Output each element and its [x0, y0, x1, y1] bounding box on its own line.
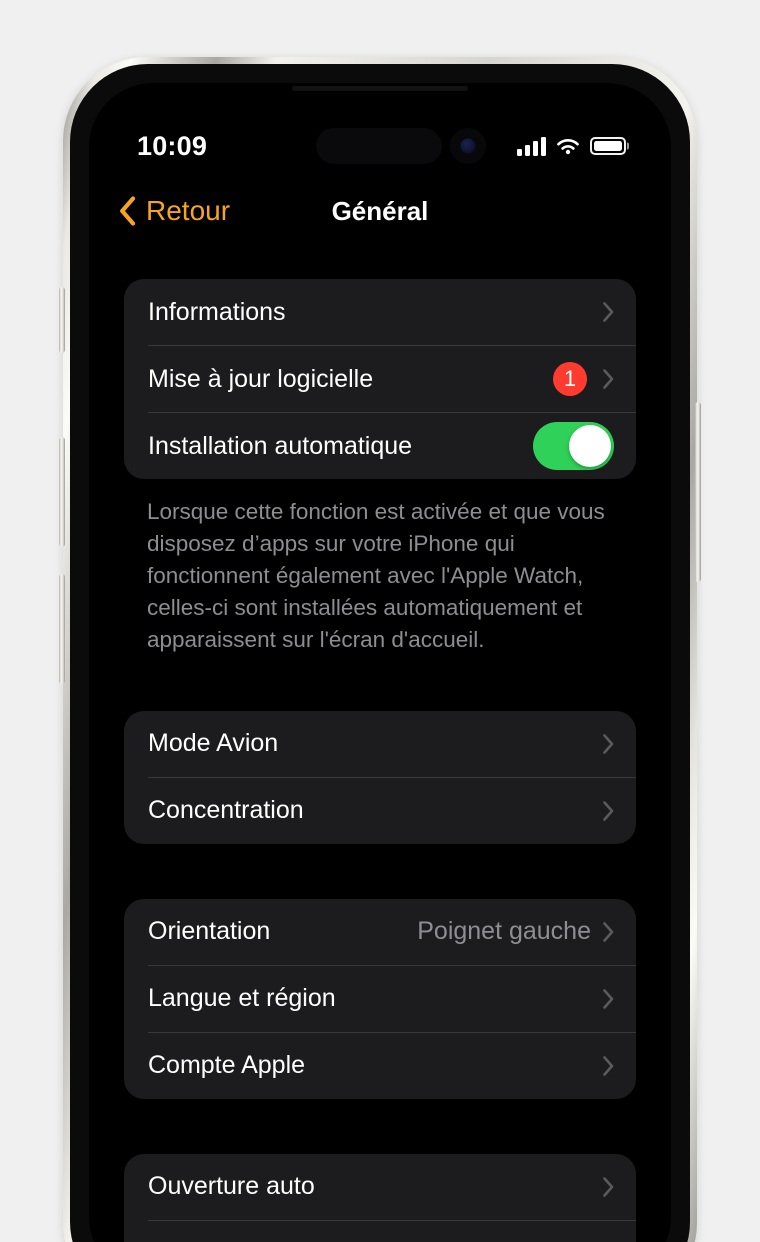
row-informations[interactable]: Informations — [124, 279, 636, 345]
chevron-right-icon — [603, 800, 614, 821]
row-mode-avion[interactable]: Mode Avion — [124, 711, 636, 777]
row-actualisation-arriere-plan[interactable]: Actualisation en arrière-plan — [124, 1221, 636, 1242]
iphone-device-frame: 10:09 Retour Général Informations Mise à… — [59, 57, 701, 1242]
volume-up-button[interactable] — [59, 437, 65, 547]
power-button[interactable] — [695, 402, 701, 582]
back-button[interactable]: Retour — [119, 195, 230, 227]
toggle-knob — [569, 425, 611, 467]
battery-icon — [590, 137, 626, 155]
chevron-left-icon — [120, 196, 136, 226]
row-concentration[interactable]: Concentration — [124, 778, 636, 844]
row-label: Compte Apple — [148, 1051, 306, 1080]
settings-group-connectivity: Mode Avion Concentration — [124, 710, 636, 844]
row-label: Informations — [148, 297, 286, 326]
group-footnote: Lorsque cette fonction est activée et qu… — [147, 499, 605, 652]
row-label: Mode Avion — [148, 729, 279, 758]
status-bar-time: 10:09 — [137, 130, 208, 161]
row-label: Mise à jour logicielle — [148, 364, 374, 393]
settings-list[interactable]: Informations Mise à jour logicielle 1 In… — [89, 243, 671, 1242]
chevron-right-icon — [603, 988, 614, 1009]
row-label: Ouverture auto — [148, 1172, 315, 1201]
row-label: Orientation — [148, 917, 271, 946]
back-button-label: Retour — [146, 195, 231, 226]
chevron-right-icon — [603, 921, 614, 942]
row-orientation[interactable]: Orientation Poignet gauche — [124, 899, 636, 965]
device-screen: 10:09 Retour Général Informations Mise à… — [89, 83, 671, 1242]
cellular-signal-icon — [517, 136, 546, 156]
settings-group-personal: Orientation Poignet gauche Langue et rég… — [124, 898, 636, 1099]
chevron-right-icon — [603, 302, 614, 322]
action-button[interactable] — [59, 287, 65, 353]
navigation-bar: Retour Général — [89, 181, 671, 241]
wifi-icon — [557, 138, 579, 154]
auto-install-toggle[interactable] — [533, 422, 614, 470]
chevron-right-icon — [603, 1055, 614, 1076]
row-value: Poignet gauche — [417, 917, 591, 946]
volume-down-button[interactable] — [59, 574, 65, 684]
chevron-right-icon — [603, 733, 614, 754]
chevron-right-icon — [603, 369, 614, 389]
row-ouverture-auto[interactable]: Ouverture auto — [124, 1154, 636, 1220]
settings-group-apps: Ouverture auto Actualisation en arrière-… — [124, 1153, 636, 1242]
row-installation-automatique[interactable]: Installation automatique — [124, 413, 636, 479]
screenshot-stage: 10:09 Retour Général Informations Mise à… — [0, 0, 760, 1242]
status-badge: 1 — [553, 362, 587, 396]
chevron-right-icon — [603, 1176, 614, 1197]
settings-group-system: Informations Mise à jour logicielle 1 In… — [124, 279, 636, 479]
status-bar: 10:09 — [89, 123, 671, 169]
status-bar-indicators — [517, 136, 626, 156]
row-compte-apple[interactable]: Compte Apple — [124, 1033, 636, 1099]
row-label: Installation automatique — [148, 431, 413, 460]
earpiece-speaker — [292, 86, 468, 91]
row-mise-a-jour-logicielle[interactable]: Mise à jour logicielle 1 — [124, 346, 636, 412]
row-langue-et-region[interactable]: Langue et région — [124, 966, 636, 1032]
row-label: Concentration — [148, 796, 304, 825]
row-label: Langue et région — [148, 984, 336, 1013]
device-bezel: 10:09 Retour Général Informations Mise à… — [70, 64, 690, 1242]
